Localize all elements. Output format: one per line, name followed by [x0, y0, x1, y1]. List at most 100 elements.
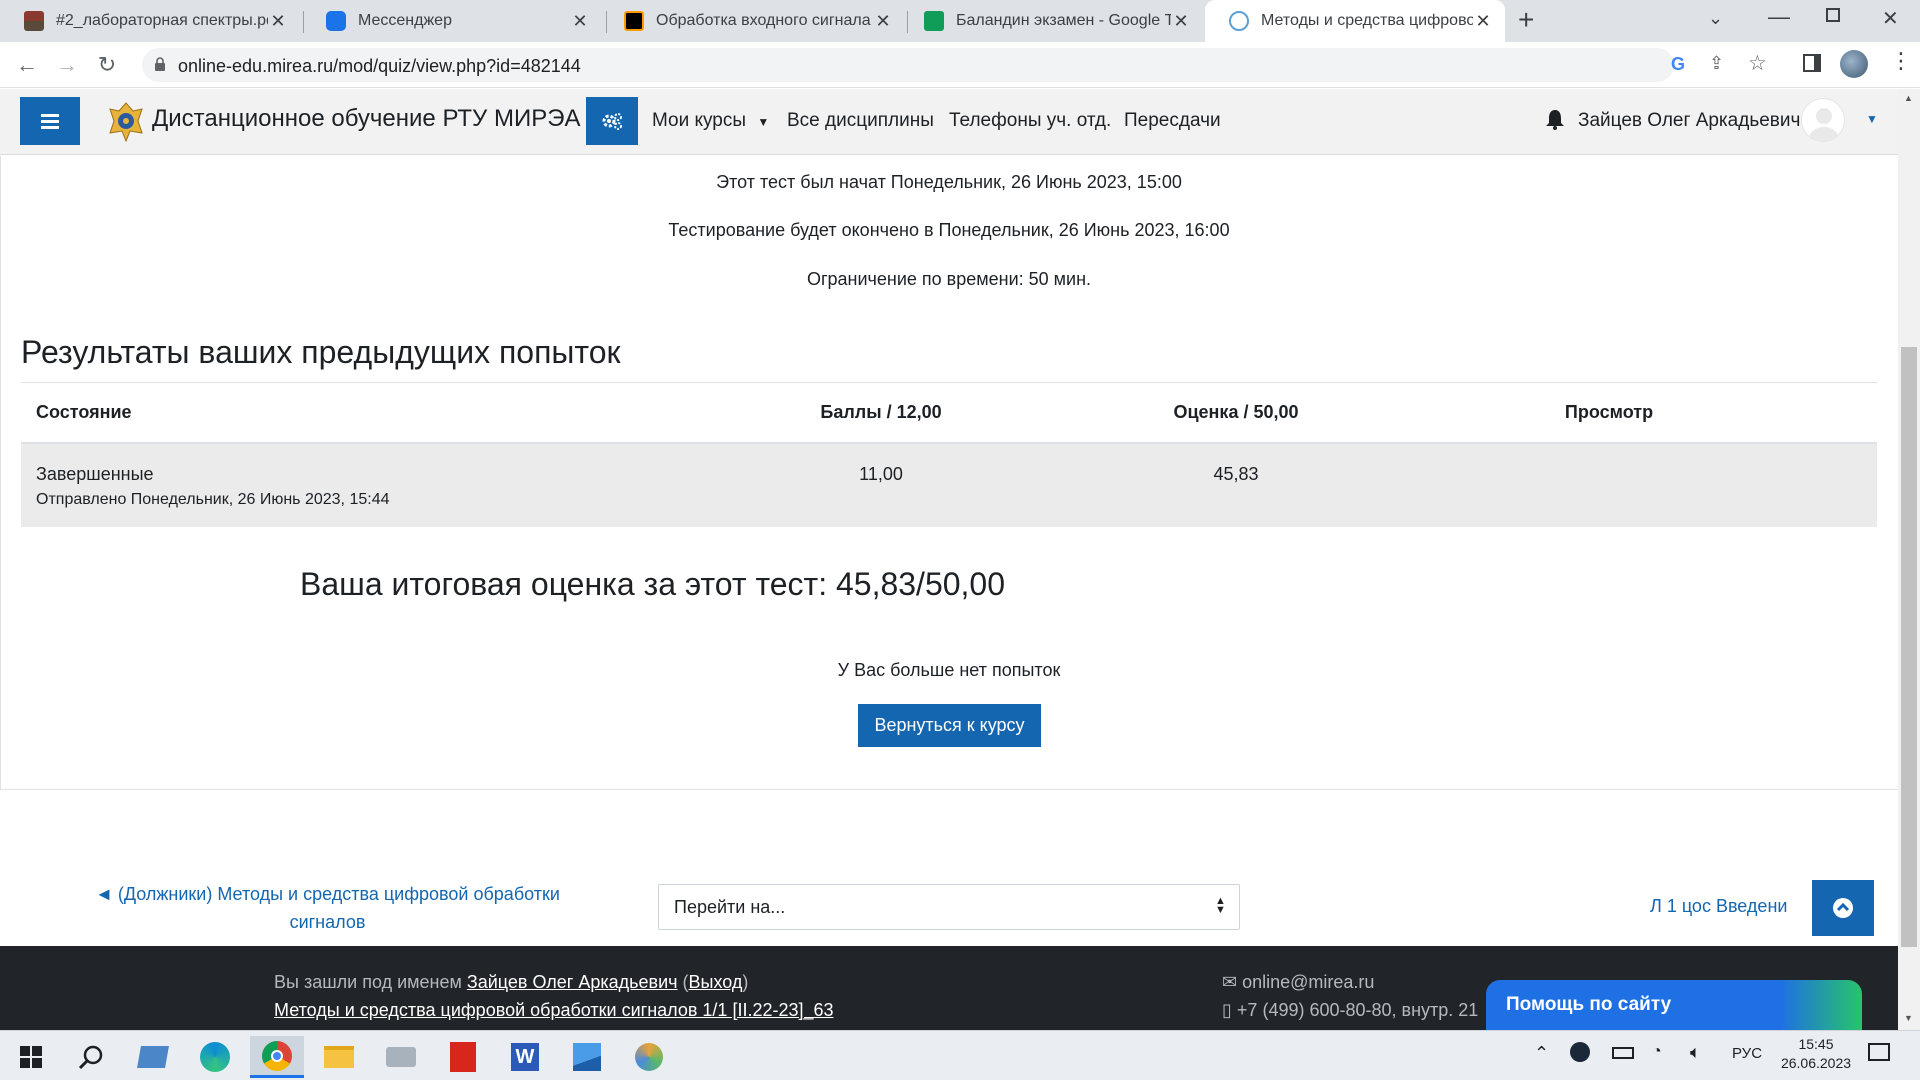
tab-title: Обработка входного сигнала	[656, 12, 871, 29]
phones-link[interactable]: Телефоны уч. отд.	[949, 110, 1111, 132]
google-icon[interactable]: G	[1671, 54, 1685, 75]
user-menu-caret-icon[interactable]: ▼	[1866, 112, 1878, 126]
site-footer: Вы зашли под именем Зайцев Олег Аркадьев…	[0, 946, 1898, 1030]
footer-email[interactable]: online@mirea.ru	[1242, 972, 1374, 992]
language-indicator[interactable]: РУС	[1732, 1045, 1762, 1062]
windows-taskbar: W ⌃ ◔ 🔈︎ РУС 15:45 26.06.2023	[0, 1030, 1920, 1080]
close-icon[interactable]: ✕	[268, 11, 288, 32]
time-limit-text: Ограничение по времени: 50 мин.	[806, 269, 1092, 289]
chrome-icon[interactable]	[250, 1036, 304, 1078]
browser-tab[interactable]: Обработка входного сигнала ✕	[600, 0, 905, 42]
tab-title: Методы и средства цифровой с	[1261, 12, 1473, 29]
site-name-link[interactable]: Дистанционное обучение РТУ МИРЭА	[152, 105, 580, 133]
forward-icon[interactable]: →	[52, 50, 82, 80]
browser-tab[interactable]: Баландин экзамен - Google Таб ✕	[900, 0, 1203, 42]
gears-icon	[602, 113, 622, 130]
scroll-down-icon[interactable]: ▼	[1904, 1013, 1913, 1023]
windows-start-icon[interactable]	[4, 1036, 58, 1078]
no-attempts-text: У Вас больше нет попыток	[837, 660, 1061, 680]
all-disciplines-link[interactable]: Все дисциплины	[787, 110, 934, 132]
attempt-state: Завершенные	[36, 464, 154, 484]
address-bar[interactable]: online-edu.mirea.ru/mod/quiz/view.php?id…	[142, 48, 1767, 82]
phone-icon: ▯	[1222, 1000, 1232, 1020]
course-admin-button[interactable]	[586, 97, 638, 145]
side-panel-icon[interactable]	[1803, 54, 1821, 72]
previous-activity-link[interactable]: ◄ (Должники) Методы и средства цифровой …	[80, 880, 575, 936]
wifi-icon[interactable]: ◔	[1652, 1043, 1662, 1061]
user-avatar[interactable]	[1801, 98, 1845, 142]
footer-course-link[interactable]: Методы и средства цифровой обработки сиг…	[274, 1000, 834, 1021]
browser-tab[interactable]: Мессенджер ✕	[302, 0, 602, 42]
my-courses-menu[interactable]: Мои курсы ▼	[652, 110, 769, 132]
file-explorer-icon[interactable]	[312, 1036, 366, 1078]
column-header-grade: Оценка / 50,00	[1173, 402, 1299, 422]
share-icon[interactable]: ⇪	[1709, 53, 1724, 74]
volume-icon[interactable]: 🔈︎	[1690, 1042, 1701, 1063]
profile-avatar[interactable]	[1840, 50, 1868, 78]
back-icon[interactable]: ←	[12, 50, 42, 80]
bookmark-star-icon[interactable]: ☆	[1748, 51, 1767, 76]
envelope-icon: ✉	[1222, 972, 1238, 992]
task-view-icon[interactable]	[126, 1036, 180, 1078]
university-emblem-icon[interactable]	[106, 99, 146, 143]
quiz-started-text: Этот тест был начат Понедельник, 26 Июнь…	[716, 172, 1182, 192]
hamburger-icon	[41, 114, 59, 129]
scrollbar-thumb[interactable]	[1901, 347, 1917, 947]
steam-icon[interactable]	[1570, 1042, 1590, 1062]
paint-icon[interactable]	[622, 1036, 676, 1078]
clock[interactable]: 15:45 26.06.2023	[1776, 1036, 1856, 1071]
drawer-toggle-button[interactable]	[20, 97, 80, 145]
moodle-icon	[1229, 11, 1249, 31]
browser-tab-active[interactable]: Методы и средства цифровой с ✕	[1205, 0, 1505, 42]
edge-icon[interactable]	[188, 1036, 242, 1078]
restore-icon[interactable]	[1826, 8, 1840, 22]
next-activity-link[interactable]: Л 1 цос Введени	[1650, 896, 1815, 917]
logged-in-line: Вы зашли под именем Зайцев Олег Аркадьев…	[274, 972, 749, 992]
page-scrollbar[interactable]: ▲ ▼	[1898, 89, 1920, 1030]
word-icon[interactable]: W	[498, 1036, 552, 1078]
tray-overflow-icon[interactable]: ⌃	[1534, 1043, 1549, 1064]
state-cell: Завершенные Отправлено Понедельник, 26 И…	[21, 443, 631, 527]
jump-to-placeholder: Перейти на...	[674, 897, 786, 917]
column-header-review: Просмотр	[1564, 402, 1654, 422]
user-name-label[interactable]: Зайцев Олег Аркадьевич	[1578, 110, 1800, 132]
reload-icon[interactable]: ↻	[92, 50, 122, 80]
back-to-course-button[interactable]: Вернуться к курсу	[858, 704, 1041, 747]
messenger-icon	[326, 11, 346, 31]
close-icon[interactable]: ✕	[873, 11, 893, 32]
photos-icon[interactable]	[560, 1036, 614, 1078]
close-icon[interactable]: ✕	[1473, 11, 1493, 32]
my-courses-label: Мои курсы	[652, 110, 747, 131]
close-icon[interactable]: ✕	[570, 11, 590, 32]
review-cell	[1341, 443, 1877, 527]
help-widget-button[interactable]: Помощь по сайту	[1486, 980, 1862, 1030]
sheets-icon	[924, 11, 944, 31]
logged-in-prefix: Вы зашли под именем	[274, 972, 462, 992]
jump-to-select[interactable]: Перейти на... ▲ ▼	[658, 884, 1240, 930]
browser-toolbar: ← → ↻ online-edu.mirea.ru/mod/quiz/view.…	[0, 42, 1920, 88]
footer-user-link[interactable]: Зайцев Олег Аркадьевич	[467, 972, 678, 992]
notifications-icon[interactable]	[1868, 1043, 1890, 1061]
logout-link[interactable]: Выход	[689, 972, 743, 992]
main-region: Этот тест был начат Понедельник, 26 Июнь…	[0, 156, 1904, 946]
browser-menu-icon[interactable]: ⋮	[1890, 48, 1912, 74]
url-text: online-edu.mirea.ru/mod/quiz/view.php?id…	[178, 56, 581, 76]
search-icon[interactable]	[64, 1036, 118, 1078]
grade-cell: 45,83	[1213, 464, 1259, 484]
close-icon[interactable]: ✕	[1171, 11, 1191, 32]
scroll-up-icon[interactable]: ▲	[1904, 93, 1913, 103]
bell-icon[interactable]	[1545, 108, 1567, 132]
scanner-icon[interactable]	[374, 1036, 428, 1078]
new-tab-button[interactable]: +	[1518, 4, 1534, 36]
tab-title: #2_лабораторная спектры.pdf	[56, 12, 268, 29]
close-window-icon[interactable]: ✕	[1882, 6, 1899, 31]
browser-tab[interactable]: #2_лабораторная спектры.pdf ✕	[0, 0, 300, 42]
back-to-top-button[interactable]	[1812, 880, 1874, 936]
battery-icon[interactable]	[1612, 1047, 1634, 1059]
retakes-link[interactable]: Пересдачи	[1124, 110, 1221, 132]
final-grade-heading: Ваша итоговая оценка за этот тест: 45,83…	[300, 566, 1006, 602]
tab-search-icon[interactable]: ⌄	[1708, 8, 1723, 29]
caret-down-icon: ▼	[757, 115, 770, 129]
acrobat-icon[interactable]	[436, 1036, 490, 1078]
minimize-icon[interactable]: —	[1768, 4, 1790, 30]
